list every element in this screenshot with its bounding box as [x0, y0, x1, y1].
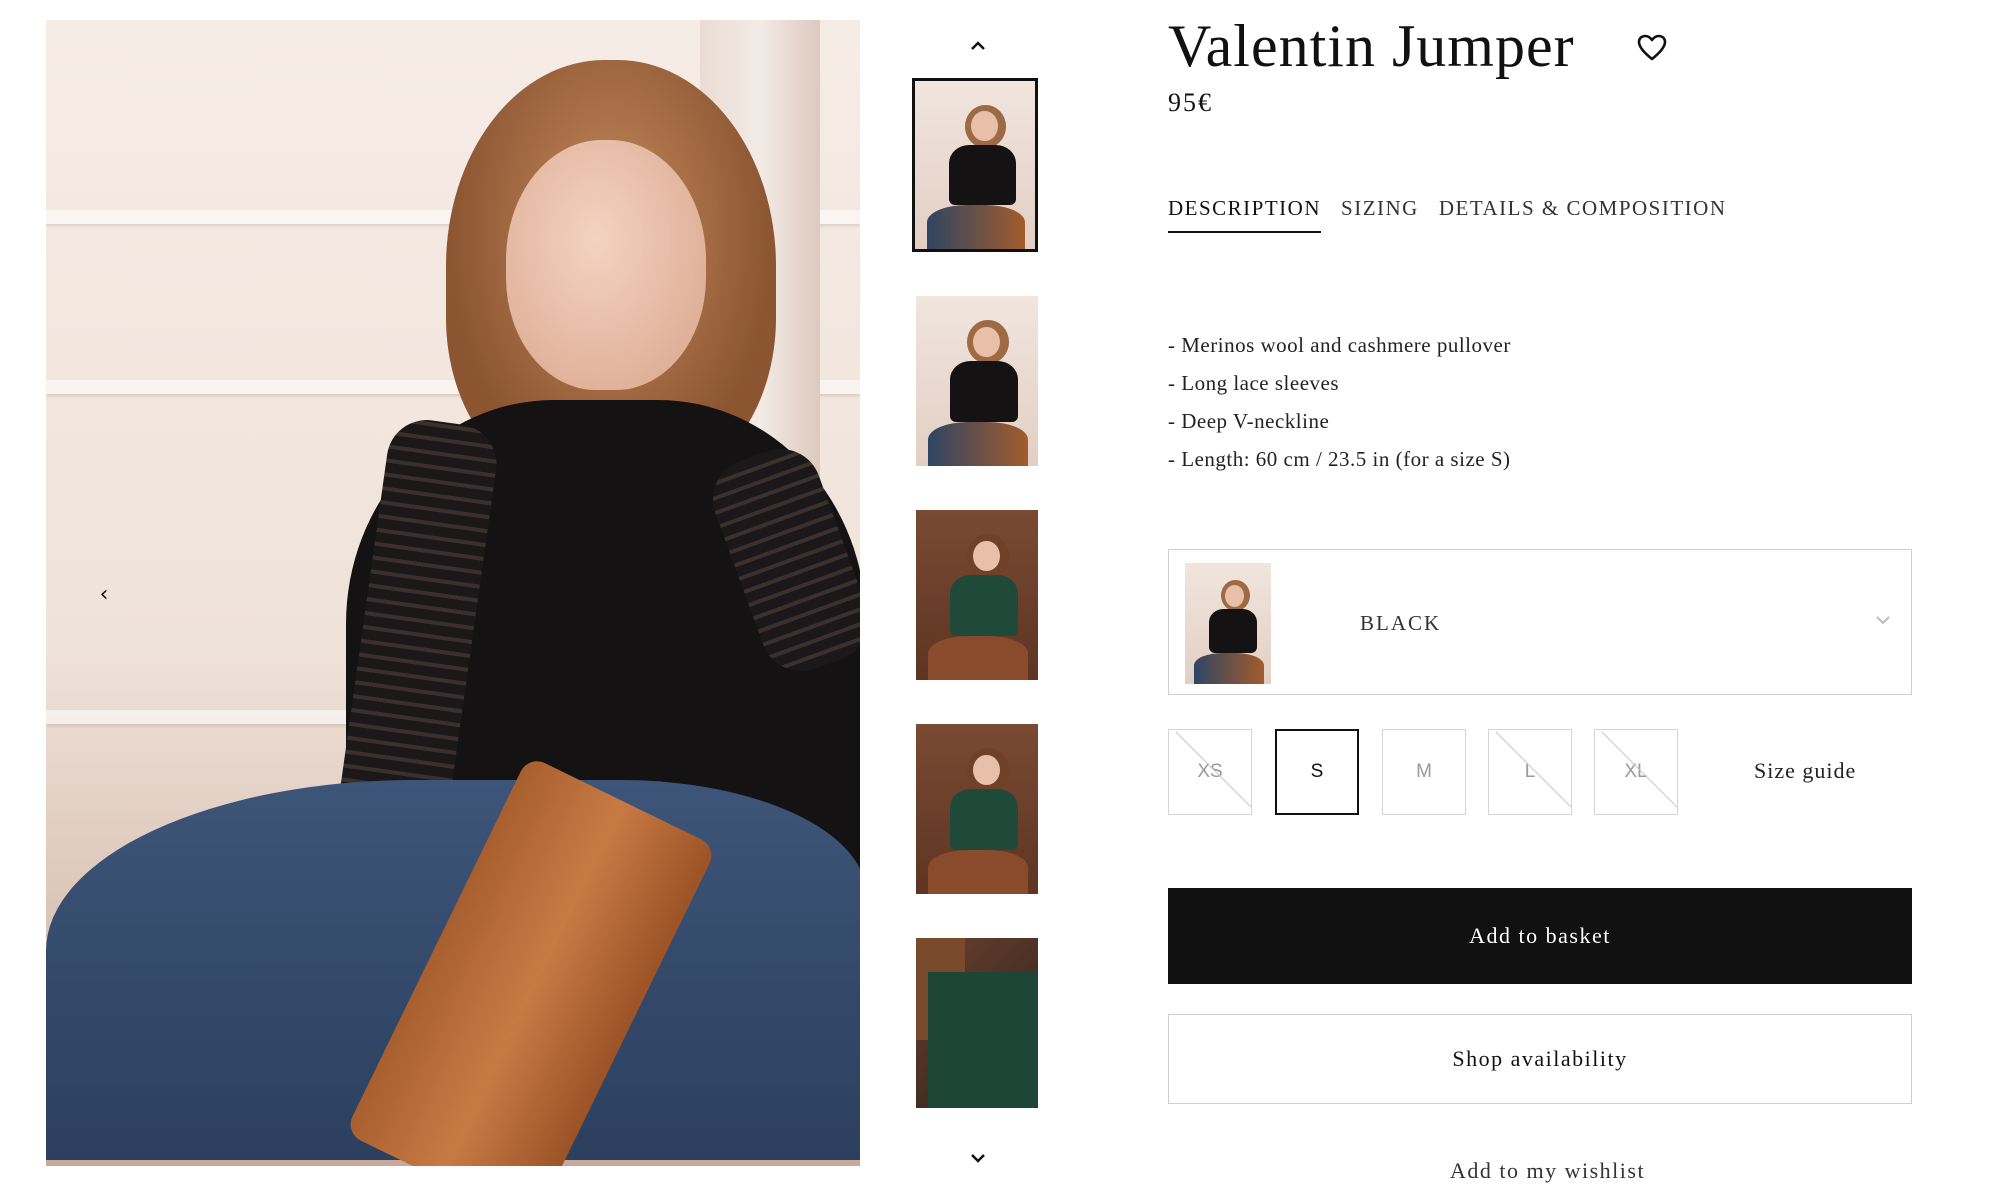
add-to-wishlist-link[interactable]: Add to my wishlist [1450, 1158, 1645, 1184]
chevron-down-icon [1875, 610, 1891, 629]
size-guide-link[interactable]: Size guide [1754, 758, 1856, 784]
thumbnail-4[interactable] [916, 724, 1038, 894]
shop-availability-button[interactable]: Shop availability [1168, 1014, 1912, 1104]
description-line: - Merinos wool and cashmere pullover [1168, 333, 1511, 357]
product-price: 95€ [1168, 88, 1213, 117]
description-line: - Length: 60 cm / 23.5 in (for a size S) [1168, 447, 1511, 471]
product-tabs: DESCRIPTION SIZING DETAILS & COMPOSITION [1168, 196, 1747, 233]
add-to-basket-button[interactable]: Add to basket [1168, 888, 1912, 984]
thumbnail-1[interactable] [912, 78, 1038, 252]
size-option-m[interactable]: M [1382, 729, 1466, 815]
size-option-xs[interactable]: XS [1168, 729, 1252, 815]
size-option-xl[interactable]: XL [1594, 729, 1678, 815]
heart-icon[interactable] [1636, 32, 1668, 64]
model-face [506, 140, 706, 390]
chevron-down-icon[interactable] [964, 1148, 992, 1168]
color-selector[interactable]: BLACK [1168, 549, 1912, 695]
size-option-l[interactable]: L [1488, 729, 1572, 815]
product-title: Valentin Jumper [1168, 13, 1575, 79]
description-line: - Long lace sleeves [1168, 371, 1340, 395]
tab-description[interactable]: DESCRIPTION [1168, 196, 1322, 233]
size-option-s[interactable]: S [1275, 729, 1359, 815]
selected-color-label: BLACK [1360, 611, 1442, 635]
tab-details-composition[interactable]: DETAILS & COMPOSITION [1439, 196, 1727, 233]
thumbnail-5[interactable] [916, 938, 1038, 1108]
product-description: - Merinos wool and cashmere pullover - L… [1168, 326, 1511, 478]
chevron-up-icon[interactable] [964, 36, 992, 56]
color-swatch-image [1185, 563, 1271, 684]
description-line: - Deep V-neckline [1168, 409, 1330, 433]
main-product-photo [46, 20, 860, 1166]
thumbnail-3[interactable] [916, 510, 1038, 680]
thumbnail-2[interactable] [916, 296, 1038, 466]
chevron-left-icon[interactable]: ‹ [92, 582, 116, 607]
tab-sizing[interactable]: SIZING [1341, 196, 1419, 233]
